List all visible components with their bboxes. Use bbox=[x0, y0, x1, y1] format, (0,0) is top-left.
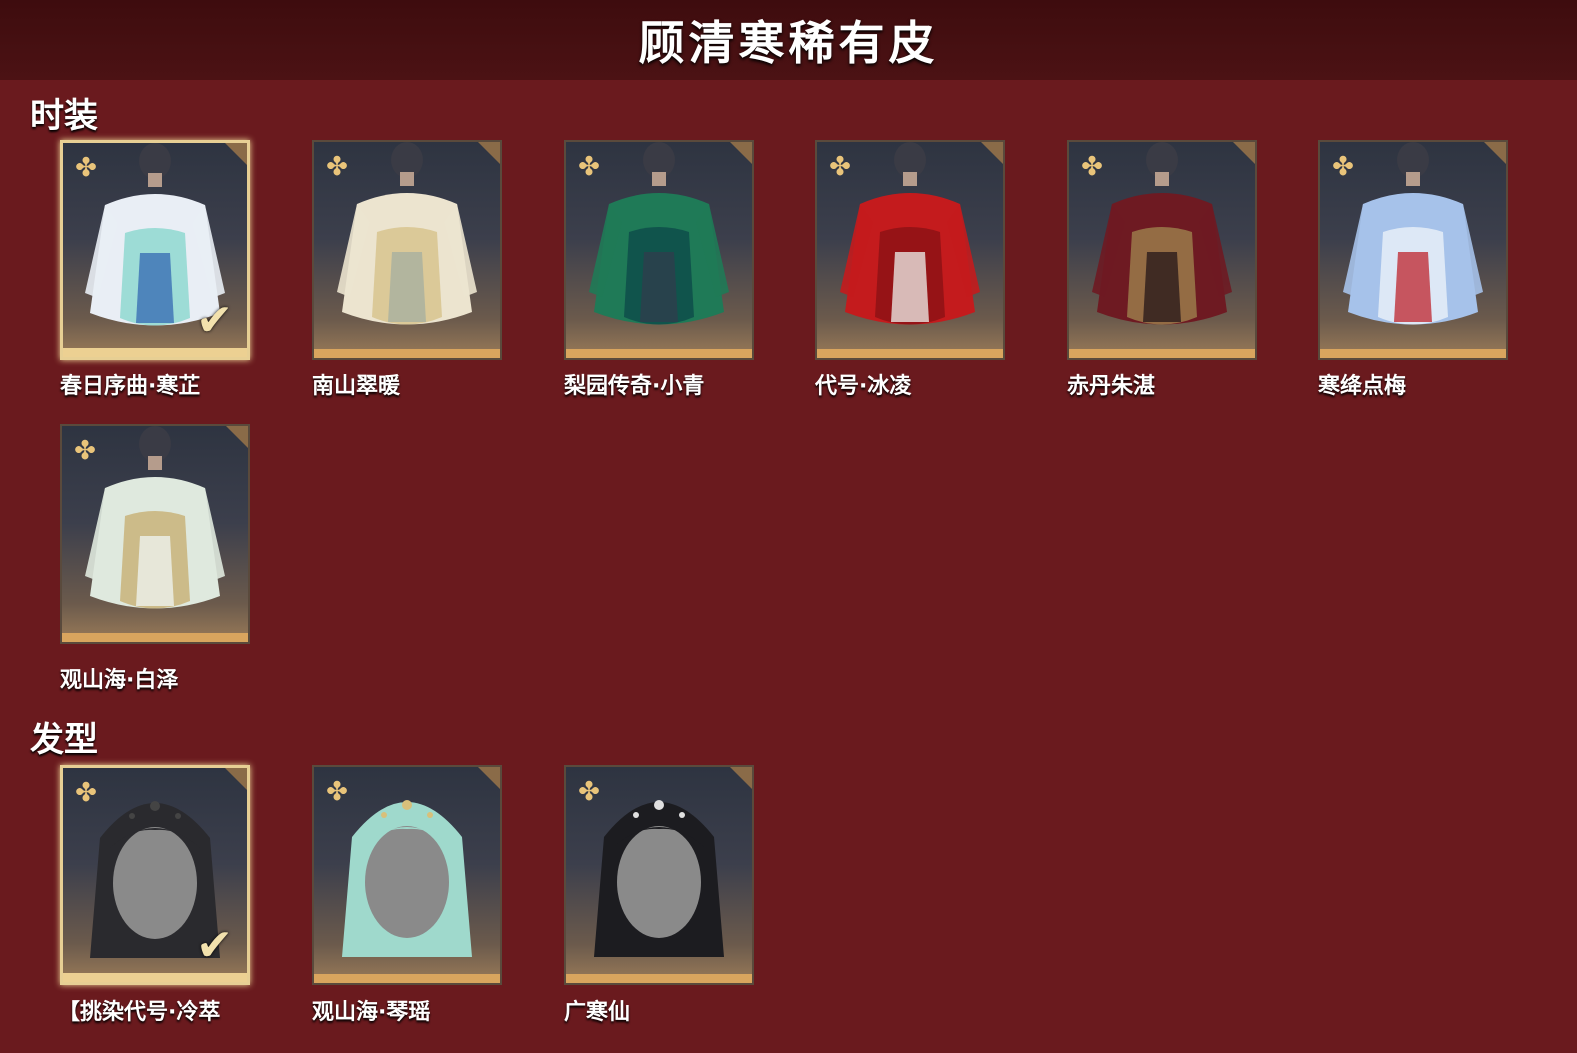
corner-tab-icon bbox=[1484, 142, 1506, 164]
card-frame: ✤ bbox=[564, 765, 754, 985]
rarity-bar bbox=[1320, 349, 1506, 358]
flower-emblem-icon: ✤ bbox=[1332, 152, 1354, 182]
outfit-card[interactable]: ✤ bbox=[60, 424, 250, 644]
corner-tab-icon bbox=[730, 767, 752, 789]
hairstyle-card[interactable]: ✤ ✔ bbox=[60, 765, 250, 985]
rarity-bar bbox=[314, 349, 500, 358]
flower-emblem-icon: ✤ bbox=[326, 152, 348, 182]
card-frame: ✤ bbox=[1067, 140, 1257, 360]
corner-tab-icon bbox=[478, 767, 500, 789]
rarity-bar bbox=[63, 973, 247, 982]
flower-emblem-icon: ✤ bbox=[74, 436, 96, 466]
flower-emblem-icon: ✤ bbox=[578, 152, 600, 182]
card-frame: ✤ bbox=[1318, 140, 1508, 360]
outfit-name: 观山海·白泽 bbox=[60, 668, 179, 693]
corner-tab-icon bbox=[225, 768, 247, 790]
flower-emblem-icon: ✤ bbox=[326, 777, 348, 807]
hairstyle-card[interactable]: ✤ bbox=[564, 765, 754, 985]
outfit-card[interactable]: ✤ bbox=[1067, 140, 1257, 360]
outfit-card[interactable]: ✤ bbox=[564, 140, 754, 360]
flower-emblem-icon: ✤ bbox=[75, 153, 97, 183]
corner-tab-icon bbox=[478, 142, 500, 164]
corner-tab-icon bbox=[1233, 142, 1255, 164]
rarity-bar bbox=[817, 349, 1003, 358]
outfit-card[interactable]: ✤ ✔ bbox=[60, 140, 250, 360]
checkmark-icon: ✔ bbox=[196, 295, 233, 346]
outfit-card[interactable]: ✤ bbox=[1318, 140, 1508, 360]
rarity-bar bbox=[566, 349, 752, 358]
rarity-bar bbox=[314, 974, 500, 983]
outfit-card[interactable]: ✤ bbox=[815, 140, 1005, 360]
page-title: 顾清寒稀有皮 bbox=[638, 16, 939, 70]
corner-tab-icon bbox=[981, 142, 1003, 164]
flower-emblem-icon: ✤ bbox=[1081, 152, 1103, 182]
flower-emblem-icon: ✤ bbox=[578, 777, 600, 807]
card-frame: ✤ bbox=[312, 765, 502, 985]
hairstyle-name: 观山海·琴瑶 bbox=[312, 1000, 431, 1025]
section-title-outfits: 时装 bbox=[30, 96, 98, 136]
card-frame: ✤ bbox=[564, 140, 754, 360]
corner-tab-icon bbox=[225, 143, 247, 165]
page-header: 顾清寒稀有皮 bbox=[0, 0, 1577, 80]
corner-tab-icon bbox=[226, 426, 248, 448]
card-frame: ✤ bbox=[815, 140, 1005, 360]
checkmark-icon: ✔ bbox=[196, 920, 233, 971]
section-title-hairstyles: 发型 bbox=[30, 720, 98, 760]
rarity-bar bbox=[1069, 349, 1255, 358]
rarity-bar bbox=[62, 633, 248, 642]
rarity-bar bbox=[63, 348, 247, 357]
card-frame: ✤ ✔ bbox=[60, 765, 250, 985]
corner-tab-icon bbox=[730, 142, 752, 164]
hairstyle-name: 广寒仙 bbox=[564, 1000, 631, 1025]
outfit-name: 赤丹朱湛 bbox=[1067, 374, 1156, 399]
card-frame: ✤ ✔ bbox=[60, 140, 250, 360]
hairstyle-card[interactable]: ✤ bbox=[312, 765, 502, 985]
outfit-name: 梨园传奇·小青 bbox=[564, 374, 705, 399]
flower-emblem-icon: ✤ bbox=[829, 152, 851, 182]
outfit-name: 南山翠暖 bbox=[312, 374, 401, 399]
outfit-card[interactable]: ✤ bbox=[312, 140, 502, 360]
hairstyle-name: 【挑染代号·冷萃 bbox=[58, 1000, 221, 1025]
card-frame: ✤ bbox=[60, 424, 250, 644]
outfit-name: 代号·冰凌 bbox=[815, 374, 912, 399]
rarity-bar bbox=[566, 974, 752, 983]
outfit-name: 寒绛点梅 bbox=[1318, 374, 1407, 399]
outfit-name: 春日序曲·寒芷 bbox=[60, 374, 201, 399]
flower-emblem-icon: ✤ bbox=[75, 778, 97, 808]
card-frame: ✤ bbox=[312, 140, 502, 360]
